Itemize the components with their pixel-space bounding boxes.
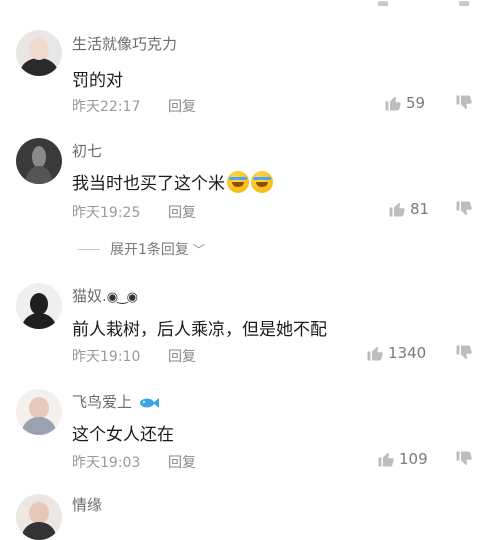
comment-text: 我当时也买了这个米 (72, 169, 273, 194)
comment-time: 昨天19:03 (72, 455, 141, 471)
dislike-icon-cut: ▬ (458, 0, 471, 11)
reply-button[interactable]: 回复 (168, 346, 196, 366)
comment-username[interactable]: 飞鸟爱上 (72, 391, 159, 412)
dislike-button[interactable] (455, 200, 473, 222)
like-button[interactable]: 59 (384, 94, 425, 112)
like-button[interactable]: 109 (377, 450, 428, 468)
thumbs-up-icon (378, 453, 394, 467)
avatar[interactable] (16, 138, 62, 184)
like-count: 1340 (388, 344, 427, 362)
reply-button[interactable]: 回复 (168, 96, 196, 116)
divider-line (78, 248, 100, 250)
dislike-button[interactable] (455, 94, 473, 116)
like-icon-cut: ▬ (377, 0, 390, 11)
like-count: 59 (406, 94, 426, 112)
avatar[interactable] (16, 283, 62, 329)
thumbs-down-icon (456, 345, 472, 359)
expand-replies-label: 展开1条回复 (110, 242, 189, 258)
reply-button[interactable]: 回复 (168, 202, 196, 222)
fish-icon (139, 398, 159, 408)
username-emoticon: ◉‿◉ (106, 290, 138, 305)
dislike-button[interactable] (455, 344, 473, 366)
laugh-cry-emoji-icon (227, 171, 249, 193)
like-count: 81 (410, 200, 430, 218)
comment-time: 昨天19:10 (72, 349, 141, 365)
comment-username[interactable]: 情缘 (72, 494, 102, 515)
thumbs-down-icon (456, 451, 472, 465)
thumbs-up-icon (385, 97, 401, 111)
comment-text: 这个女人还在 (72, 425, 174, 445)
thumbs-up-icon (367, 347, 383, 361)
laugh-cry-emoji-icon (251, 171, 273, 193)
avatar[interactable] (16, 389, 62, 435)
comment-username[interactable]: 生活就像巧克力 (72, 33, 177, 54)
avatar[interactable] (16, 30, 62, 76)
comment-text: 罚的对 (72, 71, 123, 91)
thumbs-up-icon (389, 203, 405, 217)
comment-time: 昨天22:17 (72, 99, 141, 115)
reply-button[interactable]: 回复 (168, 452, 196, 472)
previous-comment-actions-stub: ▬ ▬ (0, 0, 499, 12)
comment-time: 昨天19:25 (72, 205, 141, 221)
comment-username[interactable]: 猫奴.◉‿◉ (72, 285, 138, 306)
chevron-down-icon: ﹀ (192, 242, 205, 257)
thumbs-down-icon (456, 95, 472, 109)
like-button[interactable]: 81 (388, 200, 429, 218)
comment-text: 前人栽树，后人乘凉，但是她不配 (72, 320, 327, 340)
avatar[interactable] (16, 494, 62, 540)
like-button[interactable]: 1340 (366, 344, 426, 362)
dislike-button[interactable] (455, 450, 473, 472)
thumbs-down-icon (456, 201, 472, 215)
expand-replies-button[interactable]: 展开1条回复 ﹀ (78, 239, 205, 259)
comment-text-content: 我当时也买了这个米 (72, 174, 225, 194)
comment-username[interactable]: 初七 (72, 140, 102, 161)
like-count: 109 (399, 450, 428, 468)
